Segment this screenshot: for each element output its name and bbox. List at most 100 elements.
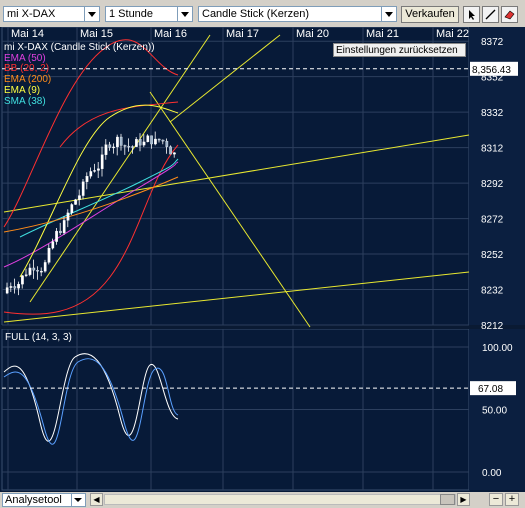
bottom-bar: Analysetool ◀ ▶ − + <box>0 492 525 508</box>
scroll-right-button[interactable]: ▶ <box>457 493 470 506</box>
candle-body <box>165 140 169 147</box>
candle-body <box>131 146 134 148</box>
candle-body <box>97 168 100 171</box>
candle-body <box>40 270 43 273</box>
last-price-label: 8,356.43 <box>472 65 511 76</box>
candle-body <box>32 267 36 271</box>
candle-body <box>21 275 24 285</box>
candle-body <box>47 247 51 263</box>
horizontal-scrollbar-track[interactable] <box>104 494 456 505</box>
instrument-select[interactable]: mi X-DAX <box>3 6 100 22</box>
price-tick-label: 8312 <box>481 144 504 155</box>
candle-body <box>154 138 157 145</box>
interval-value: 1 Stunde <box>109 8 154 20</box>
x-tick-label: Mai 15 <box>80 28 113 40</box>
chart-legend-title: mi X-DAX (Candle Stick (Kerzen)) <box>4 42 155 53</box>
candle-body <box>70 204 74 214</box>
candle-body <box>157 138 161 141</box>
candle-body <box>135 139 138 147</box>
candle-body <box>24 274 28 276</box>
chart-type-select[interactable]: Candle Stick (Kerzen) <box>198 6 397 22</box>
indicator-ema9: EMA (9) <box>4 85 41 96</box>
oscillator-title: FULL (14, 3, 3) <box>5 332 72 343</box>
reset-settings-button[interactable]: Einstellungen zurücksetzen <box>333 43 466 57</box>
line-tool-button[interactable] <box>482 6 499 23</box>
price-tick-label: 8372 <box>481 37 504 48</box>
candle-body <box>81 181 85 196</box>
x-tick-label: Mai 22 <box>436 28 469 40</box>
delete-tool-button[interactable] <box>501 6 518 23</box>
chart-type-value: Candle Stick (Kerzen) <box>202 8 309 20</box>
x-tick-label: Mai 20 <box>296 28 329 40</box>
line-draw-icon <box>485 9 496 20</box>
candle-body <box>93 170 96 172</box>
candle-body <box>55 230 58 242</box>
indicator-ema200: EMA (200) <box>4 74 52 85</box>
scrollbar-thumb[interactable] <box>440 494 455 505</box>
price-tick-label: 8212 <box>481 321 504 332</box>
chevron-down-icon[interactable] <box>71 494 85 506</box>
candle-body <box>74 199 77 205</box>
candle-body <box>51 241 55 249</box>
analysis-tool-select[interactable]: Analysetool <box>2 493 86 507</box>
osc-tick-label: 50.00 <box>482 406 507 417</box>
candle-body <box>100 154 104 169</box>
candle-body <box>123 145 127 147</box>
candle-body <box>62 220 66 234</box>
candle-body <box>78 195 81 200</box>
candle-body <box>104 144 108 155</box>
chevron-down-icon[interactable] <box>381 7 396 21</box>
candle-body <box>66 212 70 221</box>
indicator-sma38: SMA (38) <box>4 96 46 107</box>
candle-body <box>138 139 142 146</box>
candle-body <box>142 141 146 146</box>
candle-body <box>5 287 9 294</box>
x-tick-label: Mai 14 <box>11 28 44 40</box>
price-chart[interactable]: Mai 14 Mai 15 Mai 16 Mai 17 Mai 20 Mai 21 Mai … <box>0 27 525 492</box>
price-panel <box>1 27 470 326</box>
candle-body <box>173 152 176 155</box>
candle-body <box>146 135 150 143</box>
candle-body <box>59 230 62 234</box>
instrument-value: mi X-DAX <box>7 8 56 20</box>
candle-body <box>13 286 17 289</box>
chevron-down-icon[interactable] <box>84 7 99 21</box>
osc-tick-label: 100.00 <box>482 343 513 354</box>
x-tick-label: Mai 16 <box>154 28 187 40</box>
candle-body <box>9 286 13 288</box>
indicator-bb: BB (20, 2) <box>4 63 50 74</box>
candle-body <box>112 146 115 149</box>
price-tick-label: 8272 <box>481 215 504 226</box>
candle-body <box>89 171 93 177</box>
x-tick-label: Mai 17 <box>226 28 259 40</box>
scroll-left-button[interactable]: ◀ <box>90 493 103 506</box>
interval-select[interactable]: 1 Stunde <box>105 6 193 22</box>
cursor-icon <box>469 10 475 20</box>
eraser-icon <box>504 10 515 20</box>
candle-body <box>119 136 123 146</box>
toolbar: mi X-DAX 1 Stunde Candle Stick (Kerzen) … <box>0 0 525 27</box>
price-tick-label: 8232 <box>481 286 504 297</box>
candle-body <box>28 267 32 275</box>
candle-body <box>169 146 172 155</box>
candle-body <box>116 136 119 148</box>
sell-button[interactable]: Verkaufen <box>401 6 459 23</box>
candle-body <box>108 144 112 148</box>
candle-body <box>127 145 131 148</box>
osc-tick-label: 0.00 <box>482 468 502 479</box>
price-tick-label: 8252 <box>481 250 504 261</box>
candle-body <box>150 135 153 145</box>
analysis-tool-label: Analysetool <box>5 494 62 506</box>
zoom-in-button[interactable]: + <box>505 493 519 506</box>
cursor-tool-button[interactable] <box>463 6 480 23</box>
price-tick-label: 8332 <box>481 108 504 119</box>
chevron-down-icon[interactable] <box>177 7 192 21</box>
osc-last-label: 67.08 <box>478 384 503 395</box>
zoom-out-button[interactable]: − <box>489 493 503 506</box>
chart-area[interactable]: Mai 14 Mai 15 Mai 16 Mai 17 Mai 20 Mai 21 Mai … <box>0 27 525 492</box>
candle-body <box>43 262 47 272</box>
candle-body <box>161 139 165 142</box>
panel-splitter[interactable] <box>0 325 525 329</box>
x-tick-label: Mai 21 <box>366 28 399 40</box>
candle-body <box>85 176 89 182</box>
